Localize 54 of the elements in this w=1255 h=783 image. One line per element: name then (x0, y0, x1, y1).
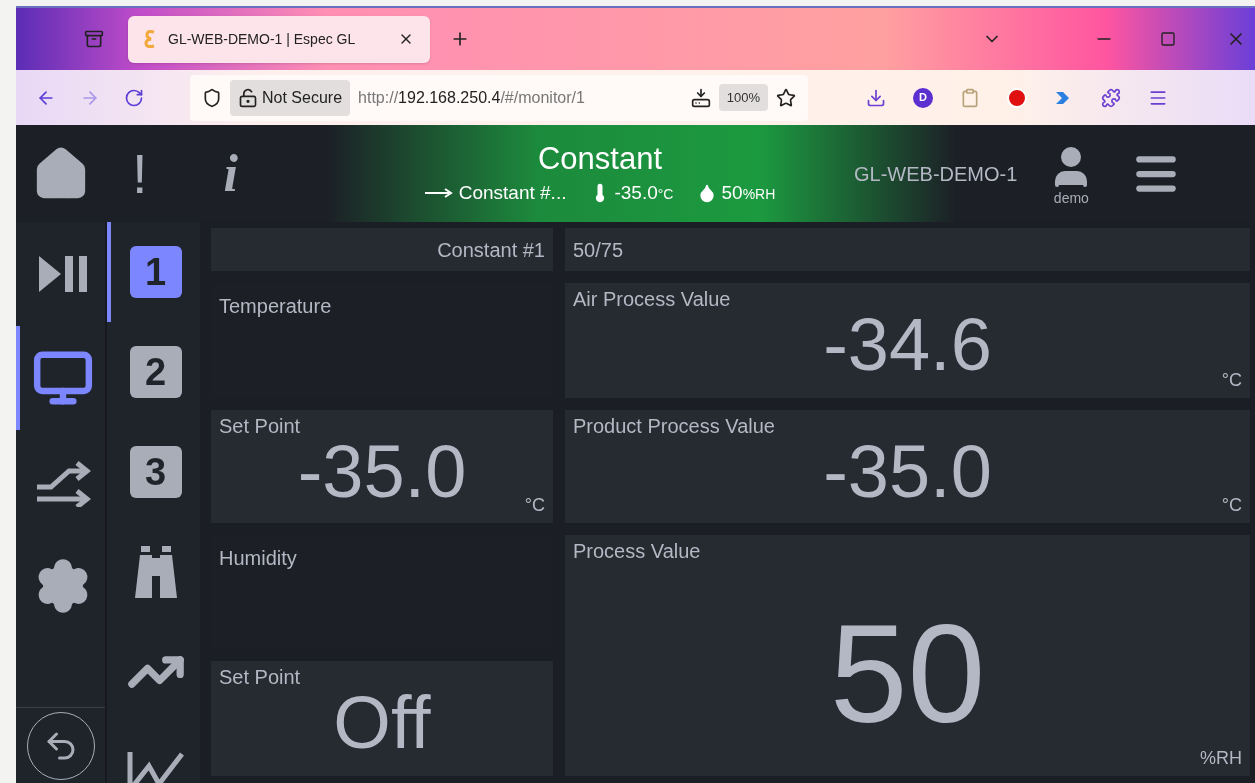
address-bar[interactable]: Not Secure http://192.168.250.4/#/monitor/1 100% (190, 74, 808, 121)
tab-tray-icon[interactable] (84, 29, 104, 49)
alert-button[interactable]: ! (132, 145, 148, 202)
reading-value: -35.0 (823, 435, 992, 509)
panel-title: Product Process Value (573, 414, 775, 439)
play-pause-icon[interactable] (36, 254, 89, 294)
reading-value: 50 (829, 604, 986, 744)
panel-title: Set Point (219, 665, 301, 690)
arrow-icon (424, 187, 455, 198)
unit-label: %RH (1200, 747, 1242, 770)
stop-hand-icon[interactable] (1007, 87, 1027, 108)
line-chart-icon[interactable] (126, 752, 185, 783)
reading-value: Off (333, 686, 431, 760)
program-name: Constant #1 (437, 237, 545, 263)
clipboard-icon[interactable] (960, 87, 980, 108)
security-label: Not Secure (262, 87, 343, 108)
user-button[interactable]: demo (1047, 142, 1096, 205)
download-icon[interactable] (866, 87, 886, 108)
security-indicator[interactable]: Not Secure (230, 79, 351, 116)
panel-title: Process Value (573, 539, 701, 564)
extensions-icon[interactable] (1101, 87, 1121, 108)
tab-title: GL-WEB-DEMO-1 | Espec GL (168, 29, 357, 49)
user-name: demo (1053, 190, 1089, 205)
reading-value: -34.6 (823, 308, 992, 382)
subnav-item[interactable]: 2 (107, 322, 200, 422)
panel-title: Air Process Value (573, 287, 731, 312)
url-text: http://192.168.250.4/#/monitor/1 (358, 87, 586, 108)
humidity-reading: 50%RH (721, 180, 776, 205)
save-page-icon[interactable] (690, 87, 711, 108)
subnav-item[interactable]: 3 (107, 422, 200, 522)
section-title: Temperature (219, 295, 332, 317)
step-number-badge: 2 (129, 346, 182, 398)
insecure-lock-icon (238, 87, 258, 108)
zoom-level[interactable]: 100% (718, 83, 768, 112)
binoculars-icon[interactable] (132, 546, 179, 598)
info-button[interactable]: i (223, 147, 238, 200)
step-number-badge: 3 (129, 446, 182, 498)
section-title: Humidity (219, 547, 297, 569)
program-step: Constant #... (458, 178, 567, 208)
subnav-item[interactable]: 1 (107, 222, 200, 322)
mode-title: Constant (537, 139, 663, 178)
maximize-icon[interactable] (1160, 31, 1176, 47)
reload-icon[interactable] (124, 87, 144, 108)
site-logo-icon (144, 29, 156, 49)
shield-icon[interactable] (202, 87, 222, 108)
unit-label: °C (1221, 369, 1242, 392)
device-name: GL-WEB-DEMO-1 (854, 161, 1018, 187)
extension-icon[interactable]: D (913, 87, 933, 108)
step-number-badge: 1 (129, 246, 182, 298)
temperature-reading: -35.0°C (614, 180, 674, 205)
unit-label: °C (1221, 494, 1242, 517)
browser-tab[interactable]: GL-WEB-DEMO-1 | Espec GL (128, 15, 430, 63)
unit-label: °C (524, 494, 545, 517)
bookmark-star-icon[interactable] (776, 87, 796, 108)
